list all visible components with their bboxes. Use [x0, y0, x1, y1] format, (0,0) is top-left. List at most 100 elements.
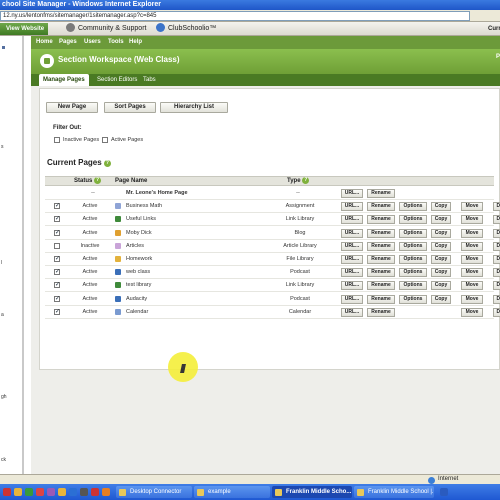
move-button[interactable]: Move [461, 228, 483, 238]
notify-icon[interactable] [440, 488, 448, 496]
options-button[interactable]: Options [399, 202, 427, 212]
delete-button[interactable]: Delete [493, 255, 500, 264]
quicklaunch-icon[interactable] [69, 488, 77, 496]
nav-tools[interactable]: Tools [108, 36, 124, 49]
tree-bullet-icon [2, 46, 5, 49]
quicklaunch-icon[interactable] [58, 488, 66, 496]
url-button[interactable]: URL... [341, 228, 363, 238]
row-checkbox[interactable] [54, 215, 60, 223]
url-button[interactable]: URL... [341, 255, 363, 264]
row-type: Assignment [285, 203, 315, 210]
url-button[interactable]: URL... [341, 202, 363, 212]
rename-button[interactable]: Rename [367, 228, 395, 238]
copy-button[interactable]: Copy [431, 241, 451, 251]
sort-pages-button[interactable]: Sort Pages [104, 102, 156, 113]
quicklaunch-icon[interactable] [80, 488, 88, 496]
row-checkbox[interactable] [54, 229, 60, 236]
copy-button[interactable]: Copy [431, 268, 451, 278]
taskbar-item-franklin-2[interactable]: Franklin Middle School |... [354, 486, 434, 498]
move-button[interactable]: Move [461, 268, 483, 278]
row-checkbox[interactable] [54, 268, 60, 276]
quicklaunch-icon[interactable] [102, 488, 110, 496]
delete-button[interactable]: Delete [493, 307, 500, 317]
rename-button[interactable]: Rename [367, 268, 395, 278]
copy-button[interactable]: Copy [431, 215, 451, 225]
url-button[interactable]: URL... [341, 241, 363, 251]
delete-button[interactable]: Delete [493, 215, 500, 225]
filter-inactive-checkbox[interactable] [54, 137, 60, 143]
rename-button[interactable]: Rename [367, 281, 395, 291]
taskbar-item-franklin-1[interactable]: Franklin Middle Scho... [272, 486, 352, 498]
url-button[interactable]: URL... [341, 307, 363, 317]
quicklaunch-icon[interactable] [36, 488, 44, 496]
copy-button[interactable]: Copy [431, 202, 451, 212]
options-button[interactable]: Options [399, 241, 427, 251]
row-checkbox[interactable] [54, 255, 60, 262]
taskbar-item-desktop-connector[interactable]: Desktop Connector [116, 486, 192, 498]
url-button[interactable]: URL... [341, 294, 363, 304]
help-icon[interactable]: ? [103, 160, 111, 167]
rename-button[interactable]: Rename [367, 202, 395, 212]
options-button[interactable]: Options [399, 255, 427, 264]
move-button[interactable]: Move [461, 255, 483, 264]
tab-tabs[interactable]: Tabs [139, 74, 160, 86]
url-button[interactable]: URL... [341, 268, 363, 278]
copy-button[interactable]: Copy [431, 255, 451, 264]
options-button[interactable]: Options [399, 228, 427, 238]
quicklaunch-icon[interactable] [91, 488, 99, 496]
delete-button[interactable]: Delete [493, 241, 500, 251]
url-button[interactable]: URL... [341, 215, 363, 225]
delete-button[interactable]: Delete [493, 202, 500, 212]
delete-button[interactable]: Delete [493, 281, 500, 291]
move-button[interactable]: Move [461, 241, 483, 251]
new-page-button[interactable]: New Page [46, 102, 98, 113]
url-button[interactable]: URL... [341, 189, 363, 198]
rename-button[interactable]: Rename [367, 215, 395, 225]
copy-button[interactable]: Copy [431, 294, 451, 304]
row-checkbox[interactable] [54, 281, 60, 289]
move-button[interactable]: Move [461, 215, 483, 225]
quicklaunch-icon[interactable] [14, 488, 22, 496]
rename-button[interactable]: Rename [367, 294, 395, 304]
tab-section-editors[interactable]: Section Editors [93, 74, 141, 86]
options-button[interactable]: Options [399, 215, 427, 225]
move-button[interactable]: Move [461, 294, 483, 304]
rename-button[interactable]: Rename [367, 241, 395, 251]
options-button[interactable]: Options [399, 268, 427, 278]
move-button[interactable]: Move [461, 202, 483, 212]
filter-inactive-label: Inactive Pages [63, 137, 100, 143]
options-button[interactable]: Options [399, 294, 427, 304]
nav-home[interactable]: Home [36, 36, 53, 49]
quicklaunch-icon[interactable] [3, 488, 11, 496]
quicklaunch-icon[interactable] [25, 488, 33, 496]
rename-button[interactable]: Rename [367, 255, 395, 264]
address-input[interactable]: 12.ny.us/lentonfms/sitemanager/1sitemana… [0, 11, 470, 21]
taskbar-item-example[interactable]: example [194, 486, 270, 498]
filter-active-checkbox[interactable] [102, 137, 108, 143]
options-button[interactable]: Options [399, 281, 427, 291]
copy-button[interactable]: Copy [431, 228, 451, 238]
row-checkbox[interactable] [54, 308, 60, 315]
delete-button[interactable]: Delete [493, 268, 500, 278]
quicklaunch-icon[interactable] [47, 488, 55, 496]
nav-pages[interactable]: Pages [59, 36, 77, 49]
row-checkbox[interactable] [54, 295, 60, 302]
page-type-icon [115, 216, 121, 223]
nav-help[interactable]: Help [129, 36, 142, 49]
delete-button[interactable]: Delete [493, 228, 500, 238]
copy-button[interactable]: Copy [431, 281, 451, 291]
clubschoolio-link[interactable]: ClubSchoolio™ [156, 23, 216, 35]
hierarchy-list-button[interactable]: Hierarchy List [160, 102, 228, 113]
tab-manage-pages[interactable]: Manage Pages [39, 74, 89, 86]
nav-users[interactable]: Users [84, 36, 101, 49]
move-button[interactable]: Move [461, 307, 483, 317]
move-button[interactable]: Move [461, 281, 483, 291]
rename-button[interactable]: Rename [367, 189, 395, 198]
url-button[interactable]: URL... [341, 281, 363, 291]
community-support-link[interactable]: Community & Support [66, 23, 146, 35]
delete-button[interactable]: Delete [493, 294, 500, 304]
rename-button[interactable]: Rename [367, 307, 395, 317]
row-checkbox[interactable] [54, 202, 60, 210]
view-website-button[interactable]: View Website [0, 23, 48, 35]
row-checkbox[interactable] [54, 242, 60, 249]
